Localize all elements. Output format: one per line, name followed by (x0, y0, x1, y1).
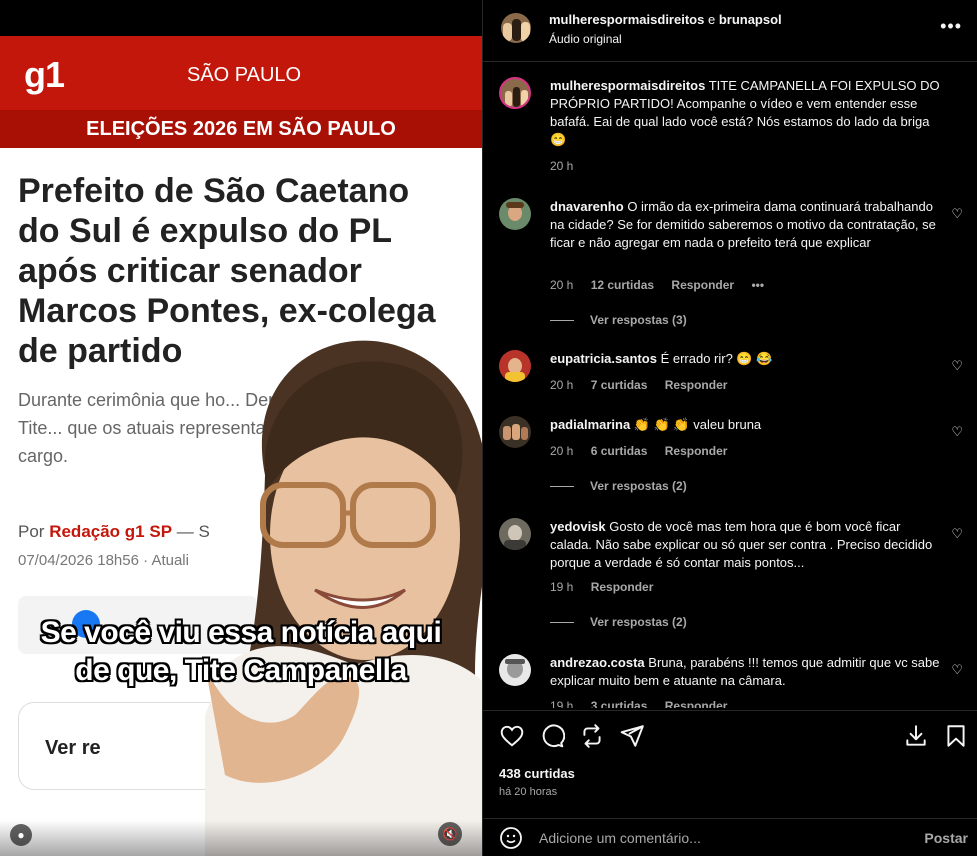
reel-video[interactable]: g1 SÃO PAULO ELEIÇÕES 2026 EM SÃO PAULO … (0, 0, 482, 856)
comment-time: 20 h (550, 159, 574, 173)
comment-composer: Postar (483, 818, 977, 856)
comment-time: 20 h (550, 444, 574, 458)
comment-text: É errado rir? 😁 😂 (660, 351, 773, 366)
divider (550, 486, 574, 488)
comment-meta: 20 h (550, 159, 587, 173)
caption-line-1: Se você viu essa notícia aqui (40, 616, 442, 649)
user-tag-icon[interactable]: ● (10, 824, 32, 846)
byline-author: Redação g1 SP (49, 522, 173, 541)
header-usernames: mulherespormaisdireitos e brunapsol (549, 12, 782, 27)
avatar[interactable] (499, 77, 531, 109)
avatar[interactable] (499, 350, 531, 382)
reply-button[interactable]: Responder (591, 580, 654, 594)
caption-text: mulherespormaisdireitos TITE CAMPANELLA … (550, 77, 945, 149)
avatar[interactable] (499, 518, 531, 550)
app-root: g1 SÃO PAULO ELEIÇÕES 2026 EM SÃO PAULO … (0, 0, 977, 856)
post-header: mulherespormaisdireitos e brunapsol Áudi… (483, 0, 977, 62)
comment-time: 20 h (550, 278, 574, 292)
view-replies-label[interactable]: Ver respostas (2) (590, 615, 687, 629)
share-icon[interactable] (619, 723, 645, 749)
comment-text: Gosto de você mas tem hora que é bom voc… (550, 519, 933, 570)
g1-header-bar: g1 SÃO PAULO (0, 36, 482, 110)
heart-icon[interactable]: ♡ (951, 662, 963, 678)
g1-logo: g1 (24, 54, 65, 95)
heart-icon[interactable]: ♡ (951, 358, 963, 374)
comment-time: 19 h (550, 699, 574, 708)
more-icon[interactable]: ••• (940, 16, 962, 37)
view-replies-button[interactable]: Ver respostas (2) (550, 615, 687, 629)
comment-username[interactable]: mulherespormaisdireitos (550, 78, 705, 93)
header-user-2[interactable]: brunapsol (719, 12, 782, 27)
comment-meta: 20 h 6 curtidas Responder (550, 444, 741, 458)
comment-meta: 19 h Responder (550, 580, 667, 594)
presenter-figure (205, 340, 482, 856)
region-label: SÃO PAULO (187, 64, 302, 86)
heart-icon[interactable]: ♡ (951, 206, 963, 222)
view-replies-label[interactable]: Ver respostas (2) (590, 479, 687, 493)
video-caption: Se você viu essa notícia aqui de que, Ti… (0, 614, 482, 690)
comment-username[interactable]: andrezao.costa (550, 655, 645, 670)
mute-icon[interactable]: 🔇 (438, 822, 462, 846)
reply-button[interactable]: Responder (665, 444, 728, 458)
divider (550, 622, 574, 624)
section-bar: ELEIÇÕES 2026 EM SÃO PAULO (0, 110, 482, 148)
byline-prefix: Por (18, 522, 45, 541)
comment-input[interactable] (539, 827, 899, 849)
header-user-1[interactable]: mulherespormaisdireitos (549, 12, 704, 27)
comment-likes[interactable]: 12 curtidas (591, 278, 654, 292)
divider (550, 320, 574, 322)
read-more-label: Ver re (45, 737, 101, 759)
comment-body: eupatricia.santos É errado rir? 😁 😂 (550, 350, 945, 368)
heart-icon[interactable]: ♡ (951, 526, 963, 542)
avatar[interactable] (499, 198, 531, 230)
caption-line-2: de que, Tite Campanella (75, 654, 407, 687)
more-icon[interactable]: ••• (751, 278, 764, 292)
comment-time: 20 h (550, 378, 574, 392)
comment-username[interactable]: dnavarenho (550, 199, 624, 214)
article-byline: Por Redação g1 SP — S (18, 522, 210, 542)
comment-text: 👏 👏 👏 valeu bruna (633, 417, 762, 432)
emoji-icon[interactable] (499, 826, 523, 850)
heart-icon[interactable] (499, 723, 525, 749)
comment-username[interactable]: padialmarina (550, 417, 630, 432)
view-replies-button[interactable]: Ver respostas (3) (550, 313, 687, 327)
comment-body: padialmarina 👏 👏 👏 valeu bruna (550, 416, 945, 434)
comment-meta: 20 h 12 curtidas Responder ••• (550, 278, 778, 292)
header-and: e (707, 12, 716, 27)
avatar[interactable] (499, 416, 531, 448)
reply-button[interactable]: Responder (665, 378, 728, 392)
view-replies-label[interactable]: Ver respostas (3) (590, 313, 687, 327)
comment-icon[interactable] (539, 723, 565, 749)
repost-icon[interactable] (579, 723, 605, 749)
comment-username[interactable]: eupatricia.santos (550, 351, 657, 366)
likes-count[interactable]: 438 curtidas (499, 766, 575, 781)
avatar[interactable] (501, 13, 531, 43)
article-date: 07/04/2026 18h56 · Atuali (18, 552, 189, 569)
action-bar: 438 curtidas há 20 horas (483, 710, 977, 820)
post-time: há 20 horas (499, 786, 558, 798)
comments-list: mulherespormaisdireitos TITE CAMPANELLA … (483, 63, 977, 708)
comments-panel: mulherespormaisdireitos e brunapsol Áudi… (482, 0, 977, 856)
comment-body: andrezao.costa Bruna, parabéns !!! temos… (550, 654, 945, 690)
save-icon[interactable] (903, 723, 929, 749)
comment-time: 19 h (550, 580, 574, 594)
audio-label[interactable]: Áudio original (549, 32, 622, 46)
comment-meta: 20 h 7 curtidas Responder (550, 378, 741, 392)
comment-body: yedovisk Gosto de você mas tem hora que … (550, 518, 945, 572)
bookmark-icon[interactable] (943, 723, 969, 749)
heart-icon[interactable]: ♡ (951, 424, 963, 440)
reply-button[interactable]: Responder (671, 278, 734, 292)
comment-body: dnavarenho O irmão da ex-primeira dama c… (550, 198, 945, 252)
comment-likes[interactable]: 7 curtidas (591, 378, 648, 392)
comment-likes[interactable]: 6 curtidas (591, 444, 648, 458)
video-gradient (0, 820, 482, 856)
post-button[interactable]: Postar (924, 830, 968, 846)
avatar[interactable] (499, 654, 531, 686)
comment-likes[interactable]: 3 curtidas (591, 699, 648, 708)
comment-meta: 19 h 3 curtidas Responder (550, 699, 741, 708)
reply-button[interactable]: Responder (665, 699, 728, 708)
view-replies-button[interactable]: Ver respostas (2) (550, 479, 687, 493)
comment-username[interactable]: yedovisk (550, 519, 606, 534)
